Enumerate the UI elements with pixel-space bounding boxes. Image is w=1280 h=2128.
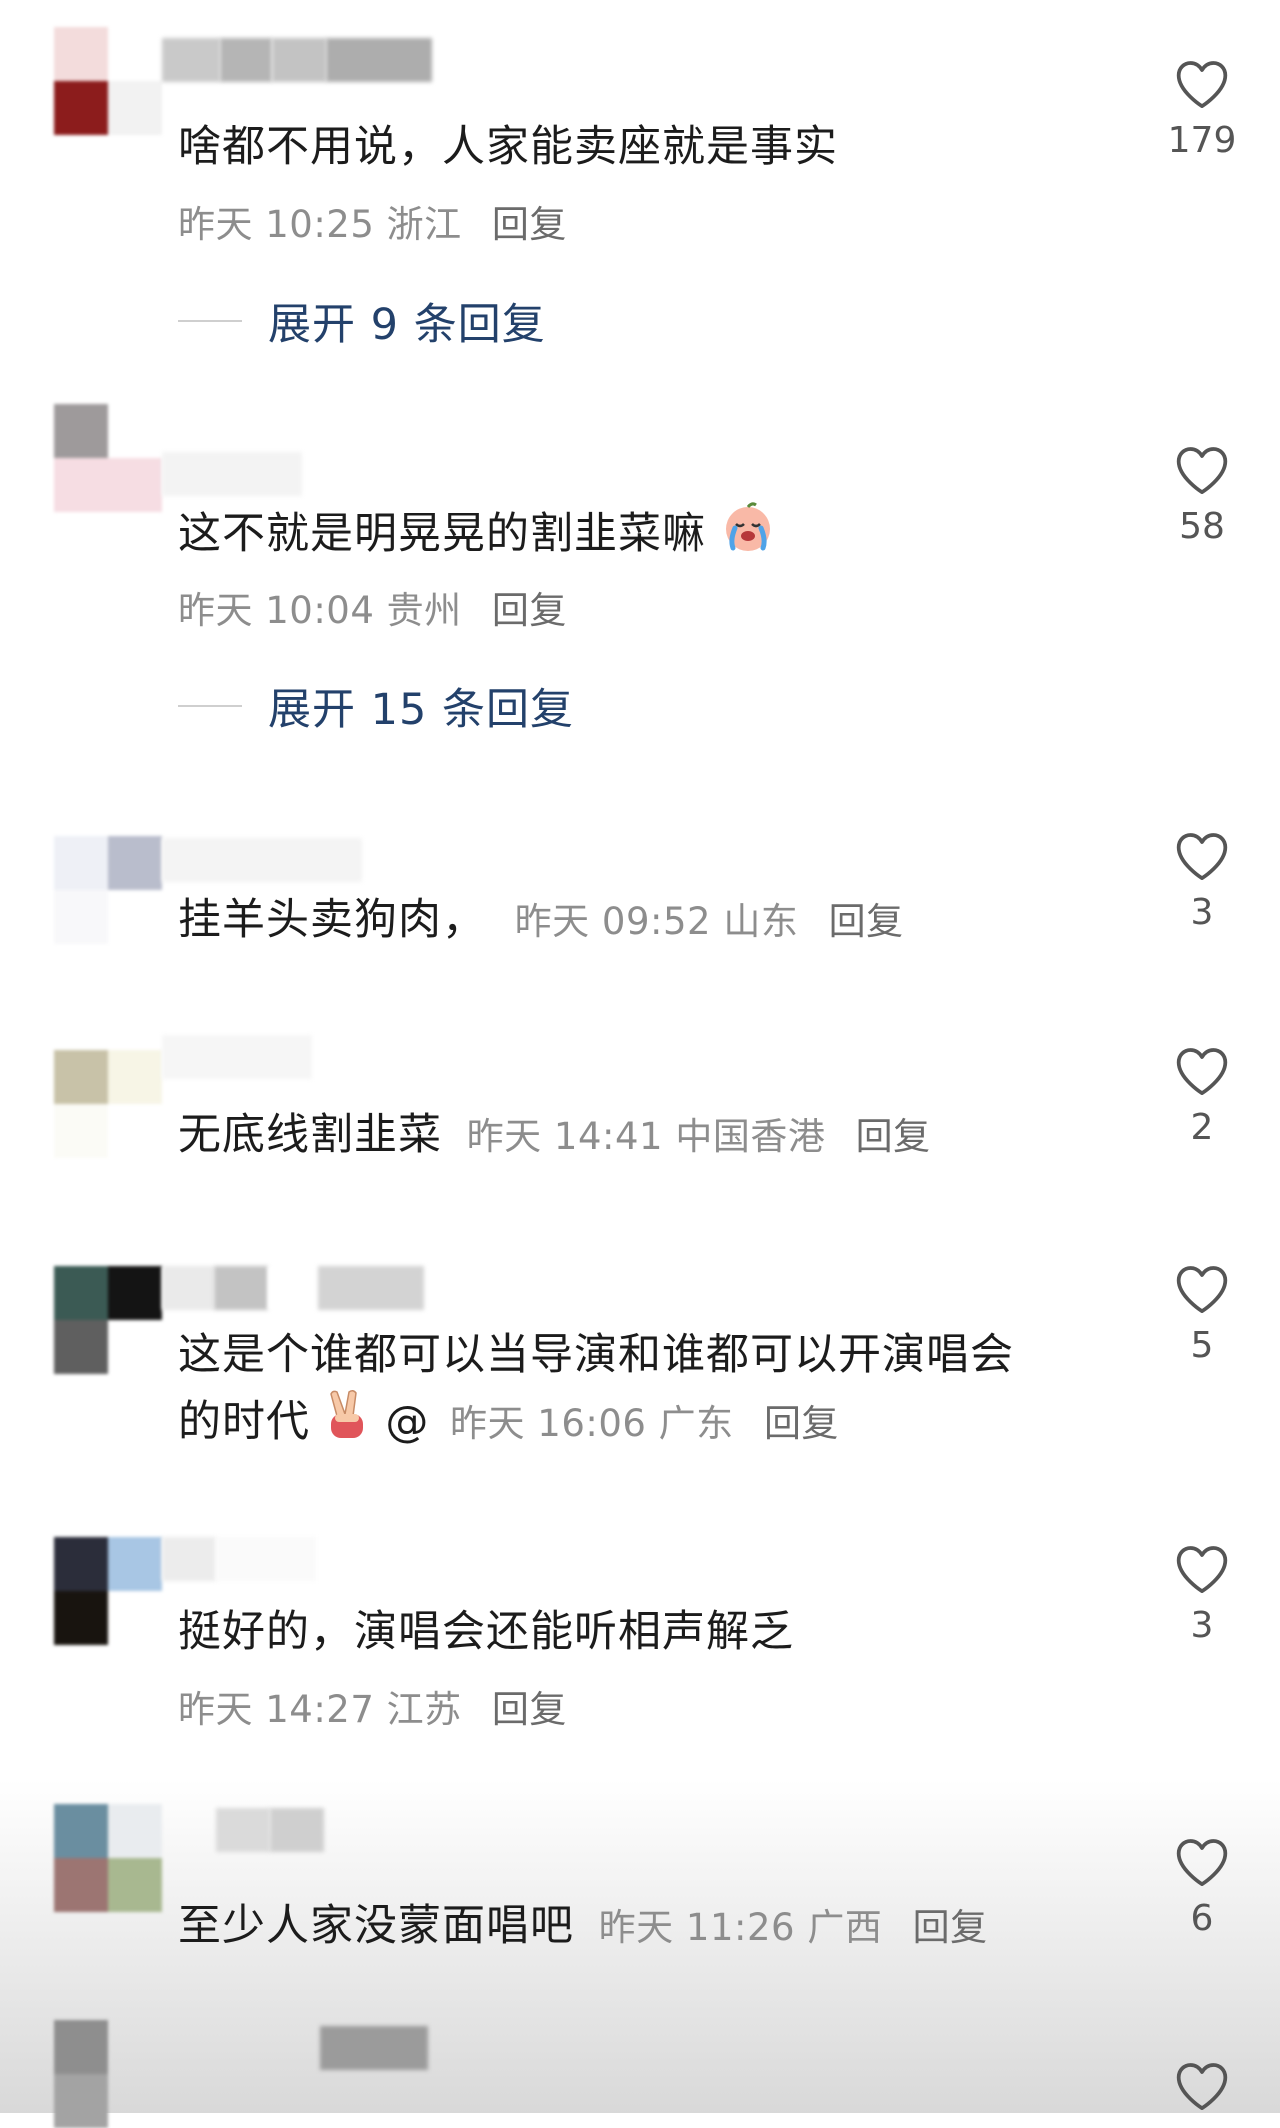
like-button[interactable]: 5: [1160, 1263, 1244, 1366]
username-redacted: [162, 1266, 424, 1310]
comment-meta: 昨天 14:41 中国香港 回复: [467, 1115, 931, 1158]
victory-hand-icon: [325, 1388, 371, 1461]
username-redacted: [162, 1808, 324, 1852]
comment-text-content: 这不就是明晃晃的割韭菜嘛: [178, 509, 706, 559]
like-button[interactable]: 58: [1160, 444, 1244, 547]
comment-meta: 昨天 11:26 广西 回复: [599, 1906, 988, 1949]
username-redacted: [162, 1537, 316, 1581]
like-count: 5: [1190, 1325, 1214, 1366]
comment-text-content: 至少人家没蒙面唱吧: [178, 1901, 574, 1951]
comment-text: 这不就是明晃晃的割韭菜嘛: [178, 500, 1098, 573]
expand-replies-button[interactable]: 展开 9 条回复: [178, 290, 546, 352]
divider-line: [178, 320, 242, 322]
reply-button[interactable]: 回复: [492, 589, 567, 632]
comment-text-line1: 这是个谁都可以当导演和谁都可以开演唱会: [178, 1330, 1014, 1380]
username-redacted: [162, 38, 432, 82]
like-count: 2: [1190, 1107, 1214, 1148]
comment-text-content: 无底线割韭菜: [178, 1110, 442, 1160]
username-redacted: [320, 2026, 428, 2070]
heart-icon: [1176, 1546, 1228, 1594]
heart-icon: [1176, 61, 1228, 109]
like-button[interactable]: 6: [1160, 1836, 1244, 1939]
comment-location: 贵州: [386, 589, 462, 632]
heart-icon: [1176, 447, 1228, 495]
avatar[interactable]: [54, 27, 162, 135]
comment-meta: 昨天 10:25 浙江 回复: [178, 194, 567, 248]
reply-button[interactable]: 回复: [856, 1115, 931, 1158]
comment-time: 昨天 14:27: [178, 1688, 375, 1731]
like-count: 179: [1167, 120, 1237, 161]
mention-symbol[interactable]: @: [385, 1397, 429, 1447]
comment-location: 山东: [723, 900, 799, 943]
comment-text: 啥都不用说，人家能卖座就是事实: [178, 122, 838, 172]
comment-text: 至少人家没蒙面唱吧 昨天 11:26 广西 回复: [178, 1893, 1098, 1961]
like-button[interactable]: 2: [1160, 1045, 1244, 1148]
heart-icon: [1176, 1048, 1228, 1096]
comment-location: 浙江: [386, 203, 462, 246]
like-button[interactable]: 3: [1160, 1543, 1244, 1646]
username-redacted: [162, 1035, 312, 1079]
comment-text: 挺好的，演唱会还能听相声解乏: [178, 1607, 794, 1657]
expand-replies-label: 展开 9 条回复: [268, 300, 546, 350]
comment-time: 昨天 10:04: [178, 589, 375, 632]
comment-meta: 昨天 16:06 广东 回复: [450, 1402, 839, 1445]
like-count: 58: [1179, 506, 1225, 547]
reply-button[interactable]: 回复: [829, 900, 904, 943]
avatar[interactable]: [54, 404, 162, 512]
comment-location: 江苏: [386, 1688, 462, 1731]
expand-replies-button[interactable]: 展开 15 条回复: [178, 675, 574, 737]
like-count: 6: [1190, 1898, 1214, 1939]
comment-time: 昨天 14:41: [466, 1115, 664, 1158]
like-button[interactable]: 3: [1160, 830, 1244, 933]
divider-line: [178, 705, 242, 707]
avatar[interactable]: [54, 1050, 162, 1158]
avatar[interactable]: [54, 1804, 162, 1912]
avatar[interactable]: [54, 1266, 162, 1374]
comment-location: 广西: [807, 1906, 883, 1949]
comment-text-line2: 的时代: [178, 1397, 310, 1447]
reply-button[interactable]: 回复: [492, 1688, 567, 1731]
like-button[interactable]: [1160, 2060, 1244, 2112]
reply-button[interactable]: 回复: [913, 1906, 988, 1949]
avatar[interactable]: [54, 1537, 162, 1645]
heart-icon: [1176, 1839, 1228, 1887]
like-button[interactable]: 179: [1160, 58, 1244, 161]
reply-button[interactable]: 回复: [764, 1402, 839, 1445]
comment-text: 无底线割韭菜 昨天 14:41 中国香港 回复: [178, 1102, 1098, 1170]
heart-icon: [1176, 833, 1228, 881]
comment-meta: 昨天 14:27 江苏 回复: [178, 1679, 567, 1733]
heart-icon: [1176, 1266, 1228, 1314]
comment-meta: 昨天 09:52 山东 回复: [515, 900, 904, 943]
comment-time: 昨天 16:06: [450, 1402, 647, 1445]
comment-time: 昨天 10:25: [178, 203, 375, 246]
comment-text: 挂羊头卖狗肉， 昨天 09:52 山东 回复: [178, 887, 1098, 955]
crying-face-icon: [721, 500, 775, 573]
expand-replies-label: 展开 15 条回复: [268, 685, 575, 735]
comment-location: 中国香港: [675, 1115, 826, 1158]
reply-button[interactable]: 回复: [492, 203, 567, 246]
comment-time: 昨天 09:52: [514, 900, 712, 943]
comment-text-content: 挂羊头卖狗肉，: [178, 895, 486, 945]
like-count: 3: [1190, 892, 1214, 933]
heart-icon: [1176, 2063, 1228, 2111]
avatar[interactable]: [54, 2020, 162, 2128]
comment-time: 昨天 11:26: [598, 1906, 796, 1949]
comment-meta: 昨天 10:04 贵州 回复: [178, 580, 567, 634]
comment-text-line2-row: 的时代 @ 昨天 16:06 广东 回复: [178, 1388, 1098, 1461]
like-count: 3: [1190, 1605, 1214, 1646]
username-redacted: [162, 452, 302, 496]
comment-location: 广东: [658, 1402, 734, 1445]
username-redacted: [162, 838, 362, 882]
comment-text: 这是个谁都可以当导演和谁都可以开演唱会 的时代 @ 昨天 16:06 广东 回复: [178, 1322, 1098, 1461]
avatar[interactable]: [54, 836, 162, 944]
